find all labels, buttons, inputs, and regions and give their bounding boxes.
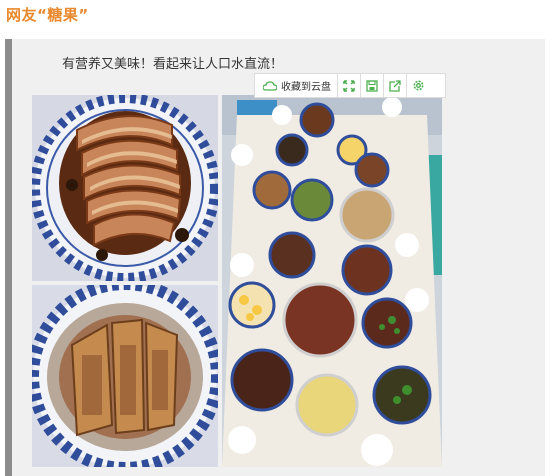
expand-icon — [343, 79, 355, 92]
share-button[interactable] — [384, 74, 407, 97]
expand-button[interactable] — [338, 74, 361, 97]
photo-feast-table[interactable] — [222, 95, 442, 467]
settings-icon — [413, 80, 423, 91]
save-button[interactable] — [361, 74, 384, 97]
save-icon — [366, 79, 378, 92]
cloud-icon — [263, 80, 277, 91]
settings-button[interactable] — [407, 74, 429, 97]
quote-bar — [5, 39, 12, 476]
photo-braised-pork-bottom[interactable] — [32, 285, 218, 467]
photo-braised-pork-top[interactable] — [32, 95, 218, 281]
share-icon — [389, 79, 401, 92]
post-caption: 有营养又美味！看起来让人口水直流！ — [62, 57, 284, 72]
save-to-cloud-button[interactable]: 收藏到云盘 — [255, 74, 338, 97]
image-toolbar: 收藏到云盘 — [254, 73, 446, 98]
page-title: 网友“糖果” — [6, 6, 89, 24]
quote-block: 有营养又美味！看起来让人口水直流！ 收藏到云盘 — [5, 39, 545, 476]
save-to-cloud-label: 收藏到云盘 — [281, 82, 331, 93]
